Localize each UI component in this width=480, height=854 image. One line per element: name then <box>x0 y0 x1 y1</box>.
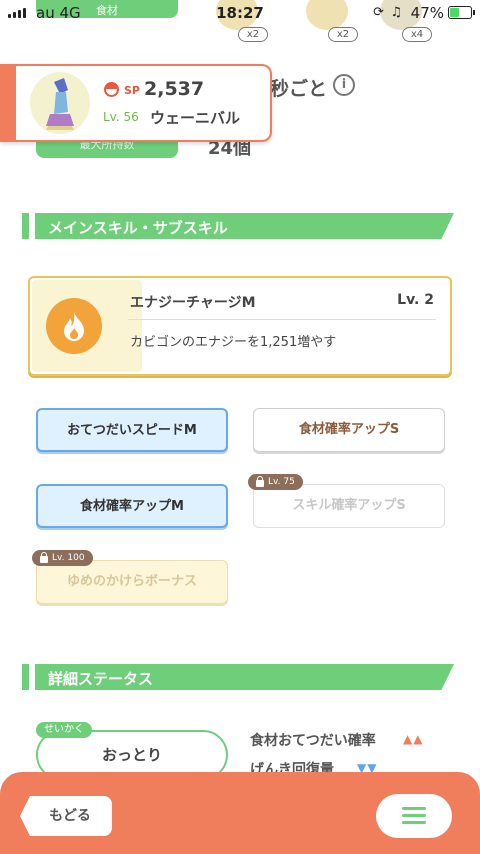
main-skill-card[interactable]: エナジーチャージM Lv. 2 カビゴンのエナジーを1,251増やす <box>28 276 452 376</box>
nature-tag: せいかく <box>36 722 92 738</box>
section-title: メインスキル・サブスキル <box>48 219 228 237</box>
sub-skill-button-locked[interactable]: ゆめのかけらボーナス <box>36 560 228 604</box>
sub-skill-button[interactable]: おてつだいスピードM <box>36 408 228 452</box>
headphones-icon: ♫ <box>390 5 402 20</box>
back-button[interactable]: もどる <box>20 796 112 836</box>
pokemon-level: Lv. 56 <box>103 110 139 124</box>
main-skill-level: Lv. 2 <box>397 292 434 308</box>
menu-button[interactable] <box>376 794 452 838</box>
pokemon-name: ウェーニバル <box>150 109 241 127</box>
pokemon-avatar <box>30 72 90 134</box>
lock-level-tag: Lv. 100 <box>32 550 93 566</box>
pokemon-card[interactable]: SP 2,537 Lv. 56 ウェーニバル <box>0 64 272 142</box>
lock-level: Lv. 100 <box>52 553 85 563</box>
pokeball-icon <box>104 82 119 97</box>
lock-level-tag: Lv. 75 <box>248 474 303 490</box>
lock-icon <box>256 475 264 487</box>
battery-percent: 47% <box>410 4 444 22</box>
sp-value: 2,537 <box>144 78 205 100</box>
clock: 18:27 <box>216 4 264 22</box>
card-stripe <box>0 66 16 140</box>
up-arrows-icon: ▲▲ <box>403 732 424 746</box>
sub-skill-button-locked[interactable]: スキル確率アップS <box>253 484 445 528</box>
sp-label: SP <box>124 84 140 97</box>
lock-rotation-icon: ⟳ <box>373 5 384 20</box>
sub-skill-button[interactable]: 食材確率アップS <box>253 408 445 452</box>
nature-value: おっとり <box>101 746 162 764</box>
main-skill-name: エナジーチャージM <box>130 295 256 311</box>
section-header-skills: メインスキル・サブスキル <box>22 213 454 239</box>
info-icon[interactable]: i <box>333 74 355 96</box>
section-title: 詳細ステータス <box>48 670 154 688</box>
sub-skill-button[interactable]: 食材確率アップM <box>36 484 228 528</box>
lock-icon <box>40 551 48 563</box>
fire-icon <box>46 298 102 354</box>
lock-level: Lv. 75 <box>268 477 295 487</box>
divider <box>128 319 436 320</box>
section-header-details: 詳細ステータス <box>22 664 454 690</box>
ingredient-count: x2 <box>238 27 268 42</box>
main-skill-icon-area <box>32 280 142 372</box>
frequency-text: 秒ごと <box>270 78 328 100</box>
main-skill-description: カビゴンのエナジーを1,251増やす <box>130 335 337 350</box>
battery-icon <box>448 6 475 19</box>
nature-effect-up-label: 食材おてつだい確率 <box>250 733 376 749</box>
ingredient-count: x2 <box>328 27 358 42</box>
status-bar: au 4G 18:27 ⟳ ♫ 47% <box>0 0 480 26</box>
ingredient-count: x4 <box>402 27 432 42</box>
